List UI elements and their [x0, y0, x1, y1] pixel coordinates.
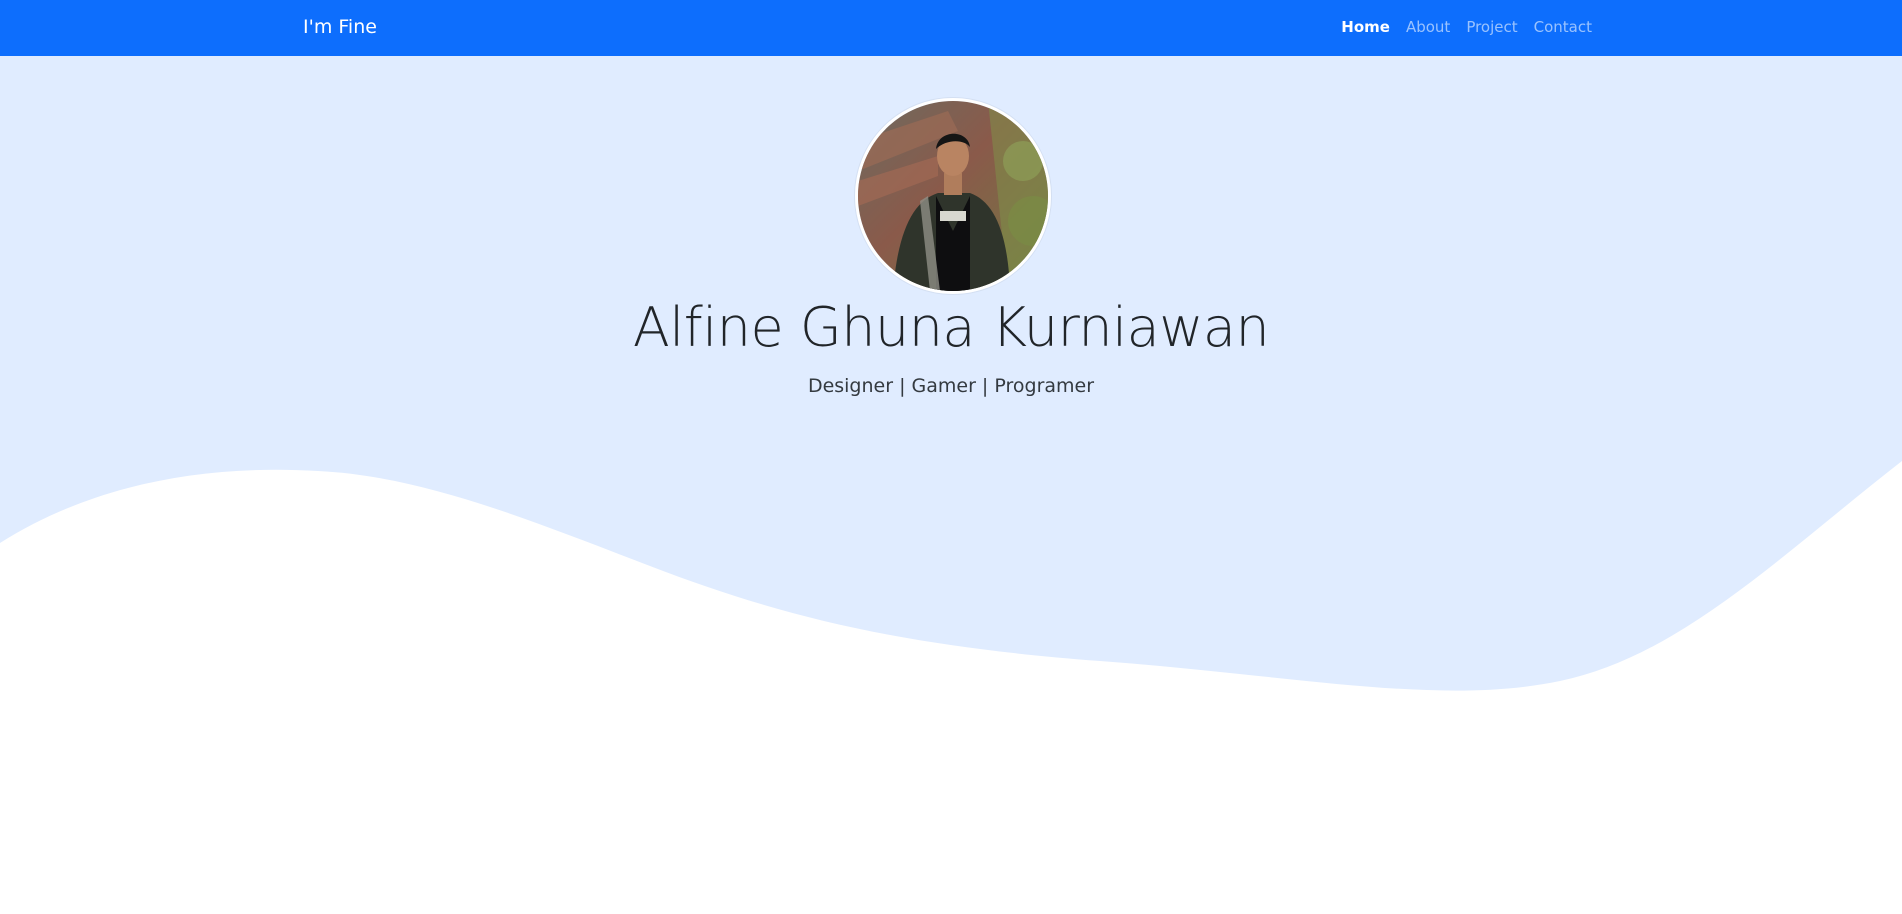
hero-tagline: Designer | Gamer | Programer [807, 375, 1095, 397]
nav-link-project[interactable]: Project [1466, 18, 1517, 36]
nav-item-contact: Contact [1534, 18, 1592, 37]
hero-name: Alfine Ghuna Kurniawan [632, 296, 1270, 359]
nav-link-contact[interactable]: Contact [1534, 18, 1592, 36]
brand-link[interactable]: I'm Fine [303, 16, 377, 38]
nav-link-home[interactable]: Home [1341, 18, 1390, 36]
nav-item-home: Home [1341, 18, 1390, 37]
hero-section: Alfine Ghuna Kurniawan Designer | Gamer … [0, 56, 1902, 914]
nav-menu: Home About Project Contact [1341, 18, 1592, 37]
nav-link-about[interactable]: About [1406, 18, 1450, 36]
profile-photo [855, 98, 1051, 294]
nav-item-project: Project [1466, 18, 1517, 37]
navbar: I'm Fine Home About Project Contact [0, 0, 1902, 56]
nav-item-about: About [1406, 18, 1450, 37]
